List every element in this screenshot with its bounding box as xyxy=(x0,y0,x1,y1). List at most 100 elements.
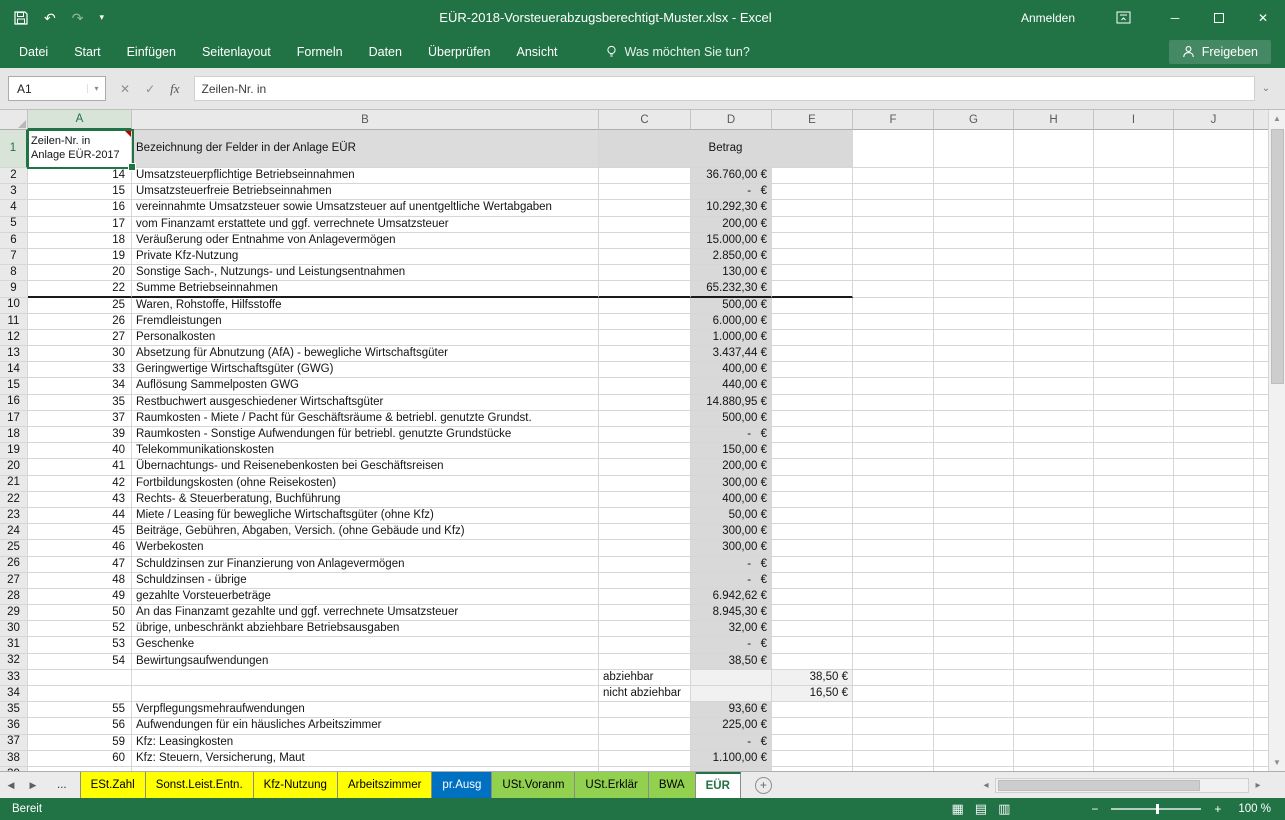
cell-F9[interactable] xyxy=(853,281,934,297)
cell-H24[interactable] xyxy=(1014,524,1094,540)
cell-J26[interactable] xyxy=(1174,557,1254,573)
sheet-tab-USt.Voranm[interactable]: USt.Voranm xyxy=(492,772,575,798)
cell-I22[interactable] xyxy=(1094,492,1174,508)
cell-H31[interactable] xyxy=(1014,637,1094,653)
row-header-24[interactable]: 24 xyxy=(0,524,28,540)
cell-H30[interactable] xyxy=(1014,621,1094,637)
formula-bar-expand-icon[interactable]: ⌄ xyxy=(1255,83,1277,94)
cell-I29[interactable] xyxy=(1094,605,1174,621)
cell-H1[interactable] xyxy=(1014,130,1094,168)
cell-B36[interactable]: Aufwendungen für ein häusliches Arbeitsz… xyxy=(132,718,599,734)
cell-D17[interactable]: 500,00 € xyxy=(691,411,772,427)
cell-I8[interactable] xyxy=(1094,265,1174,281)
cell-G34[interactable] xyxy=(934,686,1014,702)
cell-H28[interactable] xyxy=(1014,589,1094,605)
cell-D12[interactable]: 1.000,00 € xyxy=(691,330,772,346)
cell-B38[interactable]: Kfz: Steuern, Versicherung, Maut xyxy=(132,751,599,767)
row-header-39[interactable]: 39 xyxy=(0,767,28,771)
cell-C16[interactable] xyxy=(599,395,691,411)
cell-J33[interactable] xyxy=(1174,670,1254,686)
cell-F33[interactable] xyxy=(853,670,934,686)
column-header-E[interactable]: E xyxy=(772,110,853,130)
cell-A3[interactable]: 15 xyxy=(28,184,132,200)
cell-B33[interactable] xyxy=(132,670,599,686)
cell-I11[interactable] xyxy=(1094,314,1174,330)
cell-B34[interactable] xyxy=(132,686,599,702)
cell-I1[interactable] xyxy=(1094,130,1174,168)
redo-icon[interactable]: ↷ xyxy=(72,11,84,25)
cell-C26[interactable] xyxy=(599,557,691,573)
cell-H11[interactable] xyxy=(1014,314,1094,330)
cell-E8[interactable] xyxy=(772,265,853,281)
cell-F3[interactable] xyxy=(853,184,934,200)
row-header-20[interactable]: 20 xyxy=(0,459,28,475)
cell-J5[interactable] xyxy=(1174,217,1254,233)
cell-I6[interactable] xyxy=(1094,233,1174,249)
row-header-37[interactable]: 37 xyxy=(0,735,28,751)
cell-E9[interactable] xyxy=(772,281,853,297)
zoom-level[interactable]: 100 % xyxy=(1238,803,1271,815)
cell-I12[interactable] xyxy=(1094,330,1174,346)
cell-B28[interactable]: gezahlte Vorsteuerbeträge xyxy=(132,589,599,605)
cell-I36[interactable] xyxy=(1094,718,1174,734)
cell-C13[interactable] xyxy=(599,346,691,362)
cell-A25[interactable]: 46 xyxy=(28,540,132,556)
cell-J28[interactable] xyxy=(1174,589,1254,605)
cell-H35[interactable] xyxy=(1014,702,1094,718)
cell-D23[interactable]: 50,00 € xyxy=(691,508,772,524)
cell-H13[interactable] xyxy=(1014,346,1094,362)
cell-F19[interactable] xyxy=(853,443,934,459)
enter-icon[interactable]: ✓ xyxy=(145,82,155,96)
cell-A35[interactable]: 55 xyxy=(28,702,132,718)
cell-C7[interactable] xyxy=(599,249,691,265)
cell-A6[interactable]: 18 xyxy=(28,233,132,249)
cell-H23[interactable] xyxy=(1014,508,1094,524)
cell-D8[interactable]: 130,00 € xyxy=(691,265,772,281)
cell-F10[interactable] xyxy=(853,298,934,314)
cell-C38[interactable] xyxy=(599,751,691,767)
cell-J6[interactable] xyxy=(1174,233,1254,249)
ribbon-tab-ansicht[interactable]: Ansicht xyxy=(504,35,571,68)
cell-C22[interactable] xyxy=(599,492,691,508)
cell-A36[interactable]: 56 xyxy=(28,718,132,734)
undo-icon[interactable]: ↶ xyxy=(44,11,56,25)
cell-A31[interactable]: 53 xyxy=(28,637,132,653)
cell-A4[interactable]: 16 xyxy=(28,200,132,216)
cell-F2[interactable] xyxy=(853,168,934,184)
cell-B2[interactable]: Umsatzsteuerpflichtige Betriebseinnahmen xyxy=(132,168,599,184)
cell-G22[interactable] xyxy=(934,492,1014,508)
cell-C20[interactable] xyxy=(599,459,691,475)
cell-C17[interactable] xyxy=(599,411,691,427)
row-header-10[interactable]: 10 xyxy=(0,298,28,314)
cell-F13[interactable] xyxy=(853,346,934,362)
cell-I14[interactable] xyxy=(1094,362,1174,378)
cell-H20[interactable] xyxy=(1014,459,1094,475)
cell-H26[interactable] xyxy=(1014,557,1094,573)
cell-E4[interactable] xyxy=(772,200,853,216)
cell-B7[interactable]: Private Kfz-Nutzung xyxy=(132,249,599,265)
cell-I21[interactable] xyxy=(1094,476,1174,492)
cell-C4[interactable] xyxy=(599,200,691,216)
cell-H9[interactable] xyxy=(1014,281,1094,297)
cell-C32[interactable] xyxy=(599,654,691,670)
horizontal-scroll-thumb[interactable] xyxy=(998,780,1200,791)
column-header-J[interactable]: J xyxy=(1174,110,1254,130)
cell-A23[interactable]: 44 xyxy=(28,508,132,524)
close-button[interactable]: ✕ xyxy=(1241,0,1285,35)
cell-G21[interactable] xyxy=(934,476,1014,492)
cell-G39[interactable] xyxy=(934,767,1014,771)
cell-B23[interactable]: Miete / Leasing für bewegliche Wirtschaf… xyxy=(132,508,599,524)
cell-B21[interactable]: Fortbildungskosten (ohne Reisekosten) xyxy=(132,476,599,492)
cell-C27[interactable] xyxy=(599,573,691,589)
cell-H2[interactable] xyxy=(1014,168,1094,184)
row-header-11[interactable]: 11 xyxy=(0,314,28,330)
page-break-view-icon[interactable]: ▥ xyxy=(998,801,1010,817)
cell-I7[interactable] xyxy=(1094,249,1174,265)
row-header-38[interactable]: 38 xyxy=(0,751,28,767)
row-header-31[interactable]: 31 xyxy=(0,637,28,653)
cell-C37[interactable] xyxy=(599,735,691,751)
cell-F24[interactable] xyxy=(853,524,934,540)
cell-H8[interactable] xyxy=(1014,265,1094,281)
cell-K24[interactable] xyxy=(1254,524,1268,540)
cell-B29[interactable]: An das Finanzamt gezahlte und ggf. verre… xyxy=(132,605,599,621)
